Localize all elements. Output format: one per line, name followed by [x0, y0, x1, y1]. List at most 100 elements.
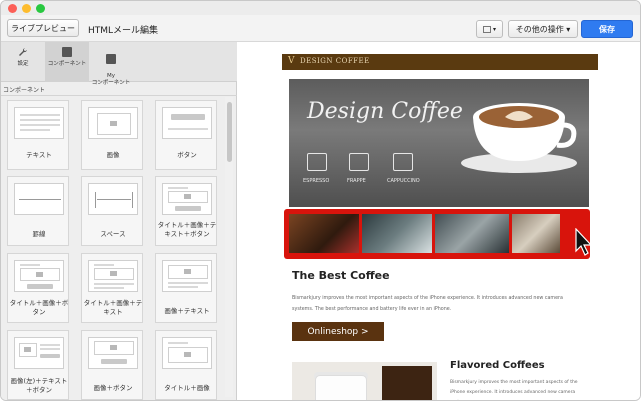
component-thumb: [14, 337, 64, 369]
coffee-machine-photo: [435, 214, 509, 253]
component-label: 画像(左)＋テキスト＋ボタン: [10, 377, 68, 394]
selected-image-gallery[interactable]: [284, 209, 590, 259]
component-thumb: [162, 183, 212, 215]
layout-dropdown-button[interactable]: ▾: [476, 20, 503, 38]
button-placeholder: [40, 354, 60, 358]
image-icon: [19, 343, 37, 357]
sidebar-scrollbar-thumb[interactable]: [227, 102, 232, 162]
image-icon: [20, 268, 60, 281]
folder-icon: [62, 47, 72, 57]
cappuccino-icon: [393, 153, 413, 171]
image-icon: [94, 268, 134, 280]
image-icon: [168, 265, 208, 279]
tab-components[interactable]: コンポーネント: [45, 42, 89, 82]
frappe-icon: [349, 153, 369, 171]
component-image-text[interactable]: 画像＋テキスト: [155, 253, 217, 323]
component-space[interactable]: スペース: [81, 176, 143, 246]
tab-my-components[interactable]: My コンポーネント: [89, 42, 133, 86]
image-icon: [94, 341, 134, 355]
component-thumb: [88, 183, 138, 215]
section-heading[interactable]: The Best Coffee: [292, 269, 390, 282]
component-thumb: [88, 337, 138, 369]
chevron-down-icon: ▾: [492, 25, 496, 33]
hero-image[interactable]: Design Coffee ESPRESSO FRAPPE CAPPUCCINO: [289, 79, 589, 207]
component-title-image[interactable]: タイトル＋画像: [155, 330, 217, 400]
mouse-cursor-icon: [575, 228, 593, 256]
zoom-window-button[interactable]: [36, 4, 45, 13]
component-image-button[interactable]: 画像＋ボタン: [81, 330, 143, 400]
espresso-icon: [307, 153, 327, 171]
component-title-image-text[interactable]: タイトル＋画像＋テキスト: [81, 253, 143, 323]
square-icon: [482, 25, 491, 33]
component-title-image-button[interactable]: タイトル＋画像＋ボタン: [7, 253, 69, 323]
component-label: タイトル＋画像＋テキスト＋ボタン: [157, 221, 217, 238]
toolbar: ライブプレビュー HTMLメール編集 ▾ その他の操作 ▾ 保存: [1, 15, 640, 42]
component-label: 画像＋テキスト: [164, 307, 210, 315]
component-label: スペース: [100, 230, 126, 238]
component-thumb: [14, 183, 64, 215]
tab-label: コンポーネント: [47, 61, 87, 67]
hero-icon-label: FRAPPE: [347, 178, 366, 184]
component-thumb: [162, 107, 212, 139]
component-thumb: [162, 260, 212, 292]
sidebar-tabs: 設定 コンポーネント My コンポーネント: [1, 42, 237, 86]
image-icon: [168, 347, 208, 363]
hero-icon-label: CAPPUCCINO: [387, 178, 420, 184]
coffee-cup-photo: [362, 214, 432, 253]
coffee-cup-illustration: [461, 103, 577, 173]
component-text[interactable]: テキスト: [7, 100, 69, 170]
tab-label: My コンポーネント: [91, 73, 131, 86]
onlineshop-button[interactable]: Onlineshop >: [292, 322, 384, 341]
button-placeholder: [175, 206, 201, 211]
image-icon: [168, 191, 208, 203]
component-button[interactable]: ボタン: [155, 100, 217, 170]
brand-logo: V: [288, 56, 295, 66]
coffee-beans-photo: [289, 214, 359, 253]
component-thumb: [88, 107, 138, 139]
tab-settings[interactable]: 設定: [1, 42, 45, 82]
component-thumb: [162, 337, 212, 369]
coffee-box: [382, 366, 432, 400]
component-label: タイトル＋画像＋ボタン: [9, 299, 69, 316]
component-title-image-text-button[interactable]: タイトル＋画像＋テキスト＋ボタン: [155, 176, 217, 246]
component-label: ボタン: [177, 151, 197, 159]
component-rule[interactable]: 罫線: [7, 176, 69, 246]
save-button[interactable]: 保存: [581, 20, 633, 38]
component-image-left-text-button[interactable]: 画像(左)＋テキスト＋ボタン: [7, 330, 69, 400]
image-icon: [97, 113, 131, 135]
button-placeholder: [27, 284, 53, 289]
component-label: テキスト: [26, 151, 52, 159]
component-thumb: [88, 260, 138, 292]
other-actions-button[interactable]: その他の操作 ▾: [508, 20, 578, 38]
button-placeholder: [171, 114, 205, 120]
component-sidebar: 設定 コンポーネント My コンポーネント コンポーネント テキスト 画像 ボタ…: [1, 42, 237, 400]
email-preview: V DESIGN COFFEE Design Coffee ESPRESSO F…: [238, 42, 640, 400]
hero-title: Design Coffee: [307, 99, 463, 124]
editor-title: HTMLメール編集: [88, 26, 159, 36]
component-label: タイトル＋画像＋テキスト: [83, 299, 143, 316]
component-thumb: [14, 260, 64, 292]
flavored-coffee-image[interactable]: [292, 362, 437, 400]
app-window: ライブプレビュー HTMLメール編集 ▾ その他の操作 ▾ 保存 設定 コンポー…: [0, 0, 641, 401]
product-heading[interactable]: Flavored Coffees: [450, 360, 545, 371]
folder-user-icon: [106, 54, 116, 64]
button-placeholder: [101, 359, 127, 364]
component-label: 罫線: [32, 230, 46, 238]
email-header[interactable]: V DESIGN COFFEE: [282, 54, 598, 70]
brand-name: DESIGN COFFEE: [300, 57, 370, 65]
divider: [1, 95, 237, 96]
component-label: 画像: [106, 151, 120, 159]
component-image[interactable]: 画像: [81, 100, 143, 170]
component-label: タイトル＋画像: [164, 384, 210, 392]
hero-icon-label: ESPRESSO: [303, 178, 330, 184]
section-body-text[interactable]: Bismarkjury improves the most important …: [292, 293, 582, 315]
section-title: コンポーネント: [3, 87, 46, 94]
live-preview-button[interactable]: ライブプレビュー: [7, 19, 79, 37]
minimize-window-button[interactable]: [22, 4, 31, 13]
component-label: 画像＋ボタン: [93, 384, 133, 392]
tab-label: 設定: [17, 61, 29, 67]
tin: [316, 376, 366, 400]
component-thumb: [14, 107, 64, 139]
close-window-button[interactable]: [8, 4, 17, 13]
product-body-text[interactable]: Bismarkjury improves the most important …: [450, 378, 590, 400]
